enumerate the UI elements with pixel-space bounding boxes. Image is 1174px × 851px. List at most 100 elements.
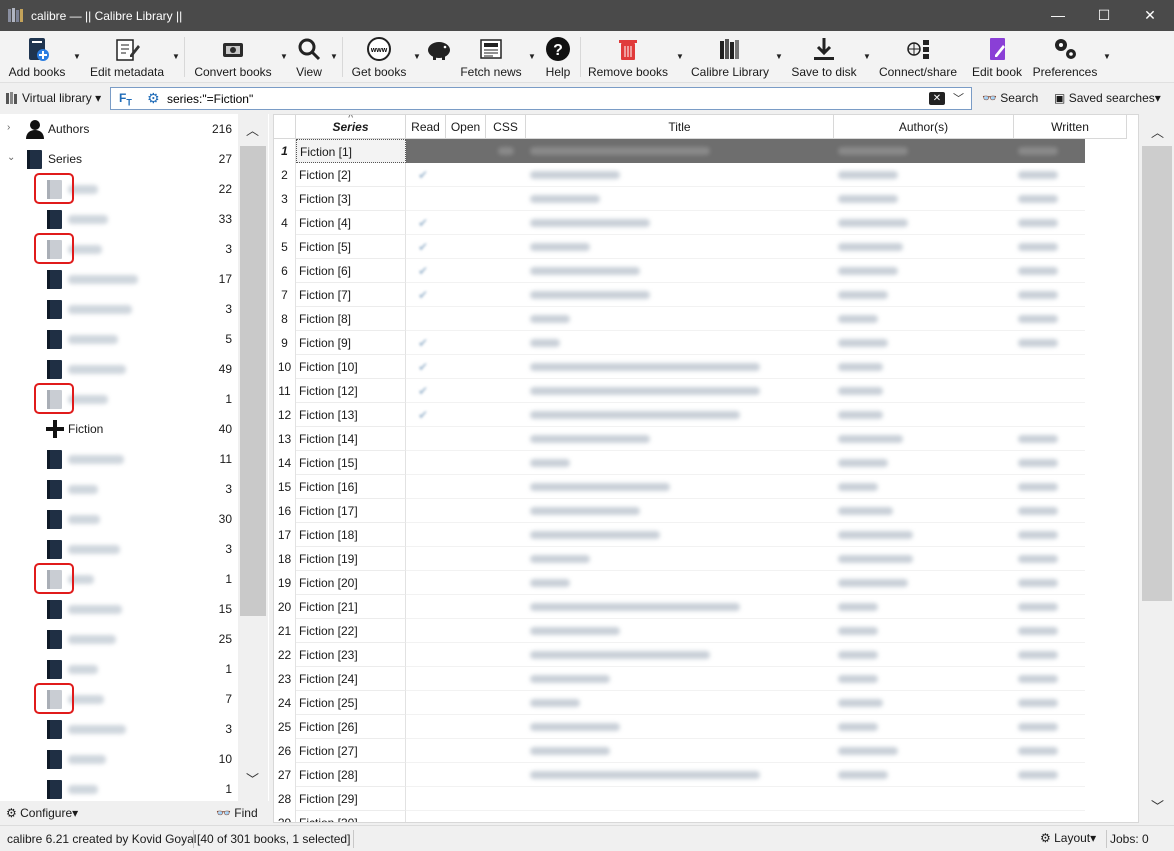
tag-item-series[interactable]: 1 [0,654,238,684]
calibre-library-button[interactable]: Calibre Library [688,33,772,81]
series-cell[interactable]: Fiction [19] [296,547,406,571]
column-header-authors[interactable]: Author(s) [834,115,1014,139]
edit-book-button[interactable]: Edit book [966,33,1028,81]
minimize-button[interactable]: — [1035,0,1081,31]
table-row[interactable]: 15 Fiction [16] [274,475,1138,499]
search-button[interactable]: 👓 Search [982,91,1038,105]
series-cell[interactable]: Fiction [30] [296,811,406,822]
series-cell[interactable]: Fiction [4] [296,211,406,235]
series-cell[interactable]: Fiction [12] [296,379,406,403]
tag-item-series[interactable]: 3 [0,233,238,264]
scrollbar-thumb[interactable] [1142,146,1172,601]
table-row[interactable]: 16 Fiction [17] [274,499,1138,523]
tag-item-series[interactable]: 3 [0,294,238,324]
save-to-disk-dropdown-icon[interactable]: ▼ [863,53,871,61]
scroll-up-icon[interactable]: ︿ [1151,122,1164,141]
table-row[interactable]: 22 Fiction [23] [274,643,1138,667]
search-history-dropdown-icon[interactable]: ﹀ [953,90,964,106]
table-row[interactable]: 12 Fiction [13] ✔ [274,403,1138,427]
scroll-down-icon[interactable]: ﹀ [1151,796,1164,815]
tag-item-series[interactable]: 1 [0,563,238,594]
maximize-button[interactable]: ☐ [1081,0,1127,31]
series-cell[interactable]: Fiction [7] [296,283,406,307]
tag-item-series[interactable]: 3 [0,534,238,564]
book-list-scrollbar[interactable]: ︿ ﹀ [1140,114,1174,823]
series-cell[interactable]: Fiction [3] [296,187,406,211]
scrollbar-thumb[interactable] [240,146,266,616]
column-header-series[interactable]: ^ Series [296,115,406,139]
find-button[interactable]: 👓 Find [216,806,258,820]
collapse-chevron-icon[interactable]: ⌄ [7,152,15,163]
get-books-button[interactable]: www Get books [347,33,411,81]
edit-metadata-dropdown-icon[interactable]: ▼ [172,53,180,61]
tag-item-series[interactable]: 15 [0,594,238,624]
series-cell[interactable]: Fiction [26] [296,715,406,739]
tag-browser-scrollbar[interactable]: ︿ ﹀ [238,114,268,801]
tag-item-series[interactable]: 25 [0,624,238,654]
calibre-library-dropdown-icon[interactable]: ▼ [775,53,783,61]
preferences-button[interactable]: Preferences [1030,33,1100,81]
table-row[interactable]: 20 Fiction [21] [274,595,1138,619]
series-cell[interactable]: Fiction [27] [296,739,406,763]
scroll-down-icon[interactable]: ﹀ [246,769,259,788]
table-row[interactable]: 5 Fiction [5] ✔ [274,235,1138,259]
donate-button[interactable] [424,33,454,81]
tag-category-series[interactable]: ⌄ Series 27 [0,144,238,174]
preferences-dropdown-icon[interactable]: ▼ [1103,53,1111,61]
series-cell[interactable]: Fiction [20] [296,571,406,595]
table-row[interactable]: 2 Fiction [2] ✔ [274,163,1138,187]
table-row[interactable]: 9 Fiction [9] ✔ [274,331,1138,355]
fetch-news-dropdown-icon[interactable]: ▼ [528,53,536,61]
table-row[interactable]: 3 Fiction [3] [274,187,1138,211]
tag-item-series[interactable]: 5 [0,324,238,354]
remove-books-dropdown-icon[interactable]: ▼ [676,53,684,61]
fetch-news-button[interactable]: Fetch news [459,33,523,81]
table-row[interactable]: 25 Fiction [26] [274,715,1138,739]
series-cell[interactable]: Fiction [6] [296,259,406,283]
configure-button[interactable]: ⚙ Configure▾ [6,806,78,820]
convert-books-dropdown-icon[interactable]: ▼ [280,53,288,61]
tag-item-series[interactable]: 11 [0,444,238,474]
save-to-disk-button[interactable]: Save to disk [788,33,860,81]
series-cell[interactable]: Fiction [9] [296,331,406,355]
series-cell[interactable]: Fiction [2] [296,163,406,187]
add-books-dropdown-icon[interactable]: ▼ [73,53,81,61]
clear-search-icon[interactable]: ✕ [929,92,945,105]
tag-item-series[interactable]: 1 [0,774,238,804]
column-header-title[interactable]: Title [526,115,834,139]
table-row[interactable]: 28 Fiction [29] [274,787,1138,811]
tag-item-series[interactable]: 3 [0,714,238,744]
tag-item-series[interactable]: 1 [0,383,238,414]
table-row[interactable]: 23 Fiction [24] [274,667,1138,691]
series-cell[interactable]: Fiction [28] [296,763,406,787]
series-cell[interactable]: Fiction [10] [296,355,406,379]
table-row[interactable]: 26 Fiction [27] [274,739,1138,763]
tag-item-series[interactable]: 3 [0,474,238,504]
table-row[interactable]: 10 Fiction [10] ✔ [274,355,1138,379]
series-cell[interactable]: Fiction [5] [296,235,406,259]
series-cell[interactable]: Fiction [8] [296,307,406,331]
table-row[interactable]: 24 Fiction [25] [274,691,1138,715]
saved-searches-button[interactable]: ▣ Saved searches▾ [1054,91,1161,105]
convert-books-button[interactable]: Convert books [190,33,276,81]
table-row[interactable]: 19 Fiction [20] [274,571,1138,595]
tag-item-series[interactable]: 49 [0,354,238,384]
column-header-open[interactable]: Open [446,115,486,139]
series-cell[interactable]: Fiction [18] [296,523,406,547]
gear-icon[interactable]: ⚙ [147,91,160,105]
tag-item-series[interactable]: 7 [0,683,238,714]
table-row[interactable]: 17 Fiction [18] [274,523,1138,547]
table-row[interactable]: 13 Fiction [14] [274,427,1138,451]
tag-item-series[interactable]: 10 [0,744,238,774]
series-cell[interactable]: Fiction [25] [296,691,406,715]
full-text-search-icon[interactable]: FT [119,91,132,107]
column-header-css[interactable]: CSS [486,115,526,139]
table-row[interactable]: 14 Fiction [15] [274,451,1138,475]
column-header-written[interactable]: Written [1014,115,1127,139]
table-row[interactable]: 21 Fiction [22] [274,619,1138,643]
tag-item-series[interactable]: 30 [0,504,238,534]
tag-category-authors[interactable]: › Authors 216 [0,114,238,144]
view-button[interactable]: View [292,33,326,81]
tag-item-series[interactable]: 17 [0,264,238,294]
series-cell[interactable]: Fiction [23] [296,643,406,667]
